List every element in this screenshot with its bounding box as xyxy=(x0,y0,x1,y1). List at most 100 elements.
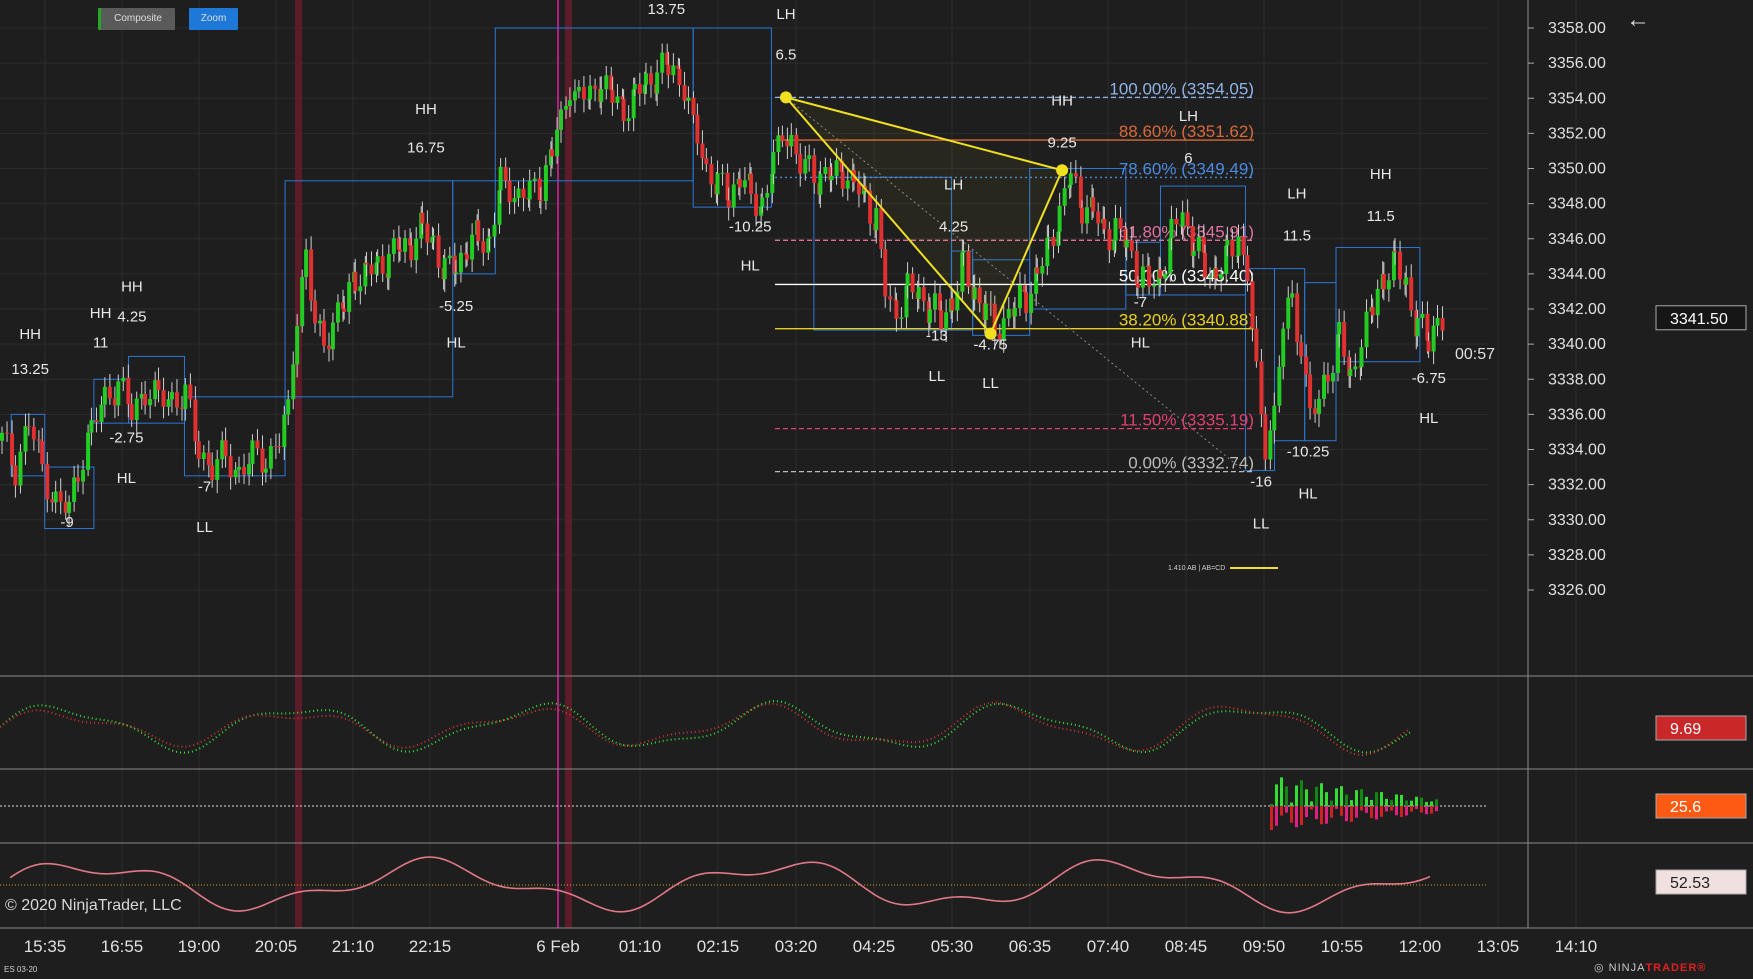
candle-body xyxy=(677,68,682,86)
candle-body xyxy=(932,293,937,310)
candle-body xyxy=(1230,239,1235,257)
candle-body xyxy=(1304,356,1309,375)
candle-body xyxy=(436,235,441,268)
time-tick-label: 16:55 xyxy=(101,937,144,956)
price-tick-label: 3338.00 xyxy=(1548,371,1606,388)
candle-body xyxy=(760,197,765,207)
candle-body xyxy=(481,241,486,253)
candle-body xyxy=(1174,218,1179,225)
candle-body xyxy=(1102,218,1107,230)
price-tick-label: 3350.00 xyxy=(1548,161,1606,178)
candle-body xyxy=(765,192,770,198)
histogram-bar xyxy=(1300,806,1303,826)
swing-label: LH xyxy=(944,177,963,194)
price-tick-label: 3354.00 xyxy=(1548,90,1606,107)
candle-body xyxy=(1263,414,1268,460)
candle-body xyxy=(282,414,287,448)
candle-body xyxy=(1295,293,1300,343)
swing-label: 4.25 xyxy=(939,219,968,236)
candle-body xyxy=(894,300,899,319)
price-tick-label: 3346.00 xyxy=(1548,231,1606,248)
candle-body xyxy=(1386,280,1391,290)
histogram-bar xyxy=(1375,806,1378,820)
candle-body xyxy=(169,392,174,400)
abcd-legend: 1.410 AB | AB=CD xyxy=(1168,565,1225,572)
candle-body xyxy=(1322,374,1327,399)
candle-body xyxy=(1085,207,1090,224)
candle-body xyxy=(286,399,291,415)
candle-body xyxy=(1375,288,1380,316)
candle-body xyxy=(950,298,955,311)
histogram-bar xyxy=(1295,785,1298,806)
swing-label: 11.5 xyxy=(1367,208,1395,225)
candle-body xyxy=(1286,297,1291,329)
candle-body xyxy=(318,320,323,324)
time-tick-label: 04:25 xyxy=(853,937,896,956)
price-tick-label: 3334.00 xyxy=(1548,442,1606,459)
swing-label: HH xyxy=(1051,92,1073,109)
zoom-button[interactable]: Zoom xyxy=(189,8,238,30)
arrow-left-icon[interactable]: ← xyxy=(1626,6,1650,34)
candle-body xyxy=(492,224,497,237)
candle-body xyxy=(1062,188,1067,206)
swing-label: LH xyxy=(1179,108,1198,125)
price-chart[interactable]: 100.00% (3354.05)88.60% (3351.62)78.60% … xyxy=(0,0,1753,979)
candle-body xyxy=(134,398,139,420)
candle-body xyxy=(550,149,555,157)
candle-body xyxy=(1325,374,1330,382)
candle-body xyxy=(1281,328,1286,367)
last-price-badge: 3341.50 xyxy=(1670,311,1728,328)
candle-body xyxy=(1129,240,1134,251)
histogram-bar xyxy=(1350,806,1353,822)
histogram-bar xyxy=(1395,794,1398,806)
time-tick-label: 6 Feb xyxy=(536,937,579,956)
candle-body xyxy=(879,208,884,249)
histogram-bar xyxy=(1360,789,1363,806)
swing-label: 16.75 xyxy=(407,140,445,157)
histogram-bar xyxy=(1315,806,1318,820)
candle-body xyxy=(1420,313,1425,319)
histogram-bar xyxy=(1415,796,1418,806)
candle-body xyxy=(309,249,314,301)
candle-body xyxy=(1259,361,1264,415)
candle-body xyxy=(572,91,577,101)
time-tick-label: 02:15 xyxy=(697,937,740,956)
swing-label: HL xyxy=(117,470,136,487)
histogram-bar xyxy=(1380,806,1383,817)
candle-body xyxy=(682,85,687,101)
candle-body xyxy=(671,65,676,76)
swing-label: HL xyxy=(1298,486,1317,503)
swing-label: 13.25 xyxy=(11,361,49,378)
candle-body xyxy=(1152,284,1157,287)
candle-body xyxy=(1241,236,1246,256)
candle-body xyxy=(803,159,808,174)
candle-body xyxy=(206,452,211,466)
candle-body xyxy=(812,155,817,183)
candle-body xyxy=(1191,251,1196,256)
price-tick-label: 3332.00 xyxy=(1548,477,1606,494)
fib-level-label: 38.20% (3340.88) xyxy=(1119,311,1254,330)
histogram-bar xyxy=(1270,804,1273,806)
candle-body xyxy=(1277,366,1282,406)
candle-body xyxy=(76,477,81,482)
candle-body xyxy=(1342,321,1347,357)
candle-body xyxy=(789,134,794,147)
histogram-bar xyxy=(1285,806,1288,813)
histogram-bar xyxy=(1385,798,1388,806)
time-tick-label: 15:35 xyxy=(24,937,67,956)
candle-body xyxy=(174,392,179,408)
candle-body xyxy=(921,287,926,302)
candle-body xyxy=(369,264,374,275)
histogram-bar xyxy=(1425,806,1428,815)
histogram-bar xyxy=(1365,796,1368,806)
candle-body xyxy=(58,491,63,502)
candle-body xyxy=(532,178,537,181)
price-tick-label: 3356.00 xyxy=(1548,55,1606,72)
swing-label: -10.25 xyxy=(729,219,772,236)
candle-body xyxy=(386,253,391,279)
brand-logo: ◎ NINJATRADER® xyxy=(1594,961,1706,974)
copyright: © 2020 NinjaTrader, LLC xyxy=(5,897,182,914)
candle-body xyxy=(655,72,660,94)
candle-body xyxy=(1163,273,1168,279)
composite-button[interactable]: Composite xyxy=(98,8,175,30)
